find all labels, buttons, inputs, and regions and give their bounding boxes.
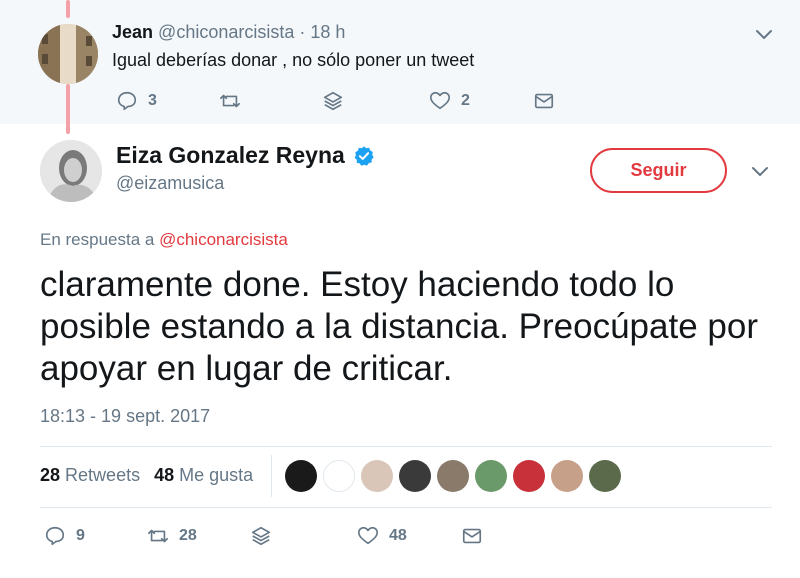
heart-icon (430, 91, 450, 110)
reply-prefix: En respuesta a (40, 230, 160, 249)
reply-count: 9 (76, 527, 85, 544)
stack-icon (323, 91, 343, 111)
likes-stat[interactable]: 48 Me gusta (154, 465, 253, 485)
retweet-icon (148, 529, 168, 543)
reply-context: En respuesta a @chiconarcisista (40, 230, 288, 250)
author-handle[interactable]: @chiconarcisista (158, 22, 294, 42)
liker-avatar[interactable] (551, 460, 583, 492)
stack-icon (251, 526, 271, 546)
thread-line (66, 0, 70, 18)
like-count: 2 (461, 92, 470, 109)
stack-button[interactable] (322, 90, 344, 112)
parent-tweet-header: Jean @chiconarcisista · 18 h (112, 22, 345, 43)
retweet-button[interactable]: 28 (147, 525, 197, 547)
tweet-stats: 28 Retweets 48 Me gusta (40, 465, 253, 486)
avatar[interactable] (38, 24, 98, 84)
likes-label: Me gusta (179, 465, 254, 485)
verified-badge-icon (354, 145, 374, 166)
liker-avatar[interactable] (323, 460, 355, 492)
avatar[interactable] (40, 140, 102, 202)
divider (40, 446, 772, 447)
retweet-button[interactable] (219, 90, 241, 112)
separator: · (299, 22, 306, 42)
reply-count: 3 (148, 92, 157, 109)
envelope-icon (462, 528, 482, 544)
liker-avatar[interactable] (285, 460, 317, 492)
liker-avatar[interactable] (475, 460, 507, 492)
liker-avatar[interactable] (437, 460, 469, 492)
divider (271, 455, 272, 497)
retweets-count: 28 (40, 465, 61, 485)
reply-button[interactable]: 3 (116, 90, 157, 112)
envelope-icon (534, 93, 554, 109)
author-name[interactable]: Eiza Gonzalez Reyna (116, 142, 345, 169)
tweet-text: claramente done. Estoy haciendo todo lo … (40, 265, 758, 388)
heart-icon (358, 526, 378, 545)
liker-avatar[interactable] (589, 460, 621, 492)
chevron-down-icon[interactable] (754, 24, 774, 44)
reply-icon (117, 91, 137, 111)
liker-avatar[interactable] (513, 460, 545, 492)
like-count: 48 (389, 527, 407, 544)
tweet-timestamp[interactable]: 18:13 - 19 sept. 2017 (40, 406, 210, 427)
follow-button[interactable]: Seguir (590, 148, 727, 193)
divider (40, 507, 772, 508)
likers-list (285, 460, 627, 492)
author-name[interactable]: Jean (112, 22, 153, 42)
chevron-down-icon[interactable] (750, 161, 770, 181)
like-button[interactable]: 2 (429, 90, 470, 112)
tweet-text: Igual deberías donar , no sólo poner un … (112, 50, 475, 70)
stack-button[interactable] (250, 525, 272, 547)
retweet-count: 28 (179, 527, 197, 544)
reply-button[interactable]: 9 (44, 525, 85, 547)
reply-icon (45, 526, 65, 546)
likes-count: 48 (154, 465, 175, 485)
tweet-time[interactable]: 18 h (310, 22, 345, 42)
reply-mention-link[interactable]: @chiconarcisista (159, 230, 288, 249)
liker-avatar[interactable] (361, 460, 393, 492)
author-name-container[interactable]: Eiza Gonzalez Reyna (116, 142, 375, 169)
thread-line (66, 84, 70, 134)
dm-button[interactable] (533, 90, 555, 112)
author-handle[interactable]: @eizamusica (116, 173, 224, 194)
retweets-label: Retweets (65, 465, 141, 485)
retweet-icon (220, 94, 240, 108)
dm-button[interactable] (461, 525, 483, 547)
liker-avatar[interactable] (399, 460, 431, 492)
parent-tweet[interactable]: Jean @chiconarcisista · 18 h Igual deber… (0, 0, 800, 134)
retweets-stat[interactable]: 28 Retweets (40, 465, 140, 485)
like-button[interactable]: 48 (357, 525, 407, 547)
